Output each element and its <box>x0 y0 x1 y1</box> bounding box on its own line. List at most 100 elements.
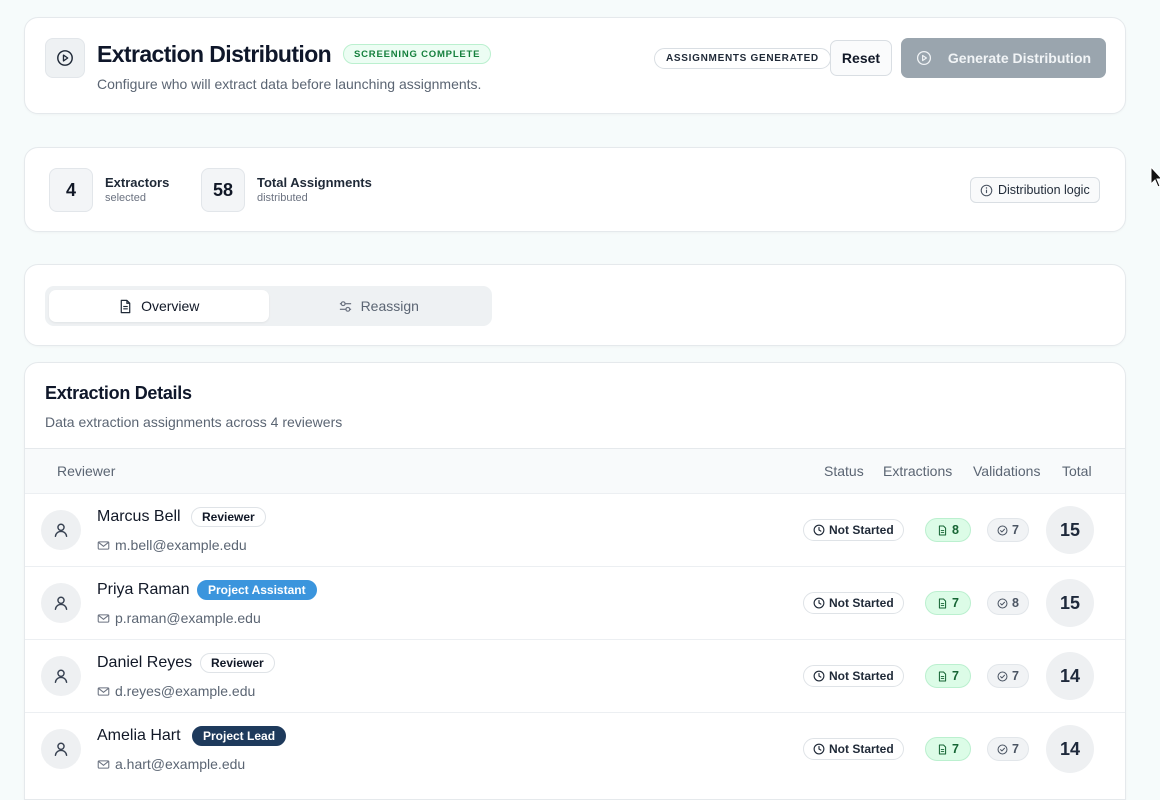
extraction-details-card: Extraction Details Data extraction assig… <box>24 362 1126 800</box>
extractors-sublabel: selected <box>105 192 146 204</box>
clock-icon <box>813 524 825 536</box>
document-icon <box>937 744 948 755</box>
page-title: Extraction Distribution <box>97 41 332 67</box>
extractions-count-badge: 7 <box>925 737 971 761</box>
distribution-logic-label: Distribution logic <box>998 183 1090 197</box>
stats-card: 4 Extractors selected 58 Total Assignmen… <box>24 147 1126 232</box>
tab-overview-label: Overview <box>141 298 200 314</box>
assignments-sublabel: distributed <box>257 192 308 204</box>
validations-count: 7 <box>1012 669 1019 683</box>
generate-distribution-label: Generate Distribution <box>947 50 1092 66</box>
reviewer-email: d.reyes@example.edu <box>97 683 255 699</box>
extractions-count: 8 <box>952 523 959 537</box>
extractions-count-badge: 8 <box>925 518 971 542</box>
total-count: 15 <box>1046 579 1094 627</box>
clock-icon <box>813 597 825 609</box>
total-count: 14 <box>1046 725 1094 773</box>
extractors-count: 4 <box>49 168 93 212</box>
user-avatar-icon <box>41 583 81 623</box>
extractors-label: Extractors <box>105 175 170 190</box>
status-text: Not Started <box>829 669 894 683</box>
reviewer-email-text: a.hart@example.edu <box>115 756 246 772</box>
assignments-count: 58 <box>201 168 245 212</box>
status-badge: Not Started <box>803 519 904 541</box>
generate-distribution-button[interactable]: Generate Distribution <box>901 38 1106 78</box>
document-icon <box>937 525 948 536</box>
mail-icon <box>97 758 110 771</box>
check-circle-icon <box>997 598 1008 609</box>
play-circle-icon <box>916 50 932 66</box>
document-icon <box>937 598 948 609</box>
reviewer-name: Amelia Hart <box>97 727 181 744</box>
view-tabs: Overview Reassign <box>45 286 492 326</box>
table-row[interactable]: Marcus Bell Reviewer m.bell@example.edu Not… <box>25 493 1125 566</box>
user-avatar-icon <box>41 729 81 769</box>
role-badge: Reviewer <box>191 507 266 527</box>
check-circle-icon <box>997 744 1008 755</box>
reviewer-email-text: d.reyes@example.edu <box>115 683 256 699</box>
total-count: 14 <box>1046 652 1094 700</box>
document-icon <box>937 671 948 682</box>
mail-icon <box>97 539 110 552</box>
role-badge: Project Lead <box>192 726 287 746</box>
screening-status-badge: SCREENING COMPLETE <box>343 44 492 64</box>
status-badge: Not Started <box>803 738 904 760</box>
validations-count: 7 <box>1012 742 1019 756</box>
table-header: Reviewer Status Extractions Validations … <box>25 448 1125 493</box>
reviewer-name: Daniel Reyes <box>97 654 193 671</box>
column-header-total: Total <box>1062 463 1092 479</box>
tab-reassign[interactable]: Reassign <box>269 290 489 322</box>
play-circle-icon <box>45 38 85 78</box>
extractions-count: 7 <box>952 596 959 610</box>
reviewer-email: a.hart@example.edu <box>97 756 245 772</box>
distribution-logic-button[interactable]: Distribution logic <box>970 177 1100 203</box>
mouse-cursor-icon <box>1150 165 1160 193</box>
reviewer-email-text: m.bell@example.edu <box>115 537 247 553</box>
status-badge: Not Started <box>803 592 904 614</box>
validations-count: 7 <box>1012 523 1019 537</box>
details-subtitle: Data extraction assignments across 4 rev… <box>45 414 343 430</box>
reviewer-email-text: p.raman@example.edu <box>115 610 261 626</box>
table-row[interactable]: Amelia Hart Project Lead a.hart@example.ed… <box>25 712 1125 785</box>
sliders-icon <box>338 299 353 314</box>
clock-icon <box>813 743 825 755</box>
column-header-extractions: Extractions <box>883 463 953 479</box>
details-title: Extraction Details <box>45 383 192 403</box>
info-icon <box>980 184 993 197</box>
check-circle-icon <box>997 525 1008 536</box>
page-subtitle: Configure who will extract data before l… <box>97 76 482 92</box>
reset-button[interactable]: Reset <box>830 40 892 76</box>
reviewer-email: p.raman@example.edu <box>97 610 261 626</box>
tab-overview[interactable]: Overview <box>49 290 269 322</box>
status-badge: Not Started <box>803 665 904 687</box>
validations-count-badge: 7 <box>987 737 1029 761</box>
user-avatar-icon <box>41 510 81 550</box>
assignments-label: Total Assignments <box>257 175 372 190</box>
extractions-count-badge: 7 <box>925 591 971 615</box>
status-text: Not Started <box>829 742 894 756</box>
role-badge: Project Assistant <box>197 580 317 600</box>
table-row[interactable]: Priya Raman Project Assistant p.raman@exam… <box>25 566 1125 639</box>
header-card: Extraction Distribution SCREENING COMPLE… <box>24 17 1126 114</box>
column-header-status: Status <box>824 463 864 479</box>
column-header-validations: Validations <box>973 463 1041 479</box>
role-badge: Reviewer <box>200 653 275 673</box>
table-row[interactable]: Daniel Reyes Reviewer d.reyes@example.edu N… <box>25 639 1125 712</box>
mail-icon <box>97 685 110 698</box>
assignments-status-badge: ASSIGNMENTS GENERATED <box>654 48 831 69</box>
validations-count: 8 <box>1012 596 1019 610</box>
user-avatar-icon <box>41 656 81 696</box>
document-icon <box>118 299 133 314</box>
validations-count-badge: 7 <box>987 664 1029 688</box>
extractions-count: 7 <box>952 669 959 683</box>
reviewer-name: Marcus Bell <box>97 508 181 525</box>
extractions-count-badge: 7 <box>925 664 971 688</box>
check-circle-icon <box>997 671 1008 682</box>
mail-icon <box>97 612 110 625</box>
clock-icon <box>813 670 825 682</box>
total-count: 15 <box>1046 506 1094 554</box>
column-header-reviewer: Reviewer <box>57 463 116 479</box>
tab-reassign-label: Reassign <box>360 298 419 314</box>
status-text: Not Started <box>829 523 894 537</box>
validations-count-badge: 7 <box>987 518 1029 542</box>
